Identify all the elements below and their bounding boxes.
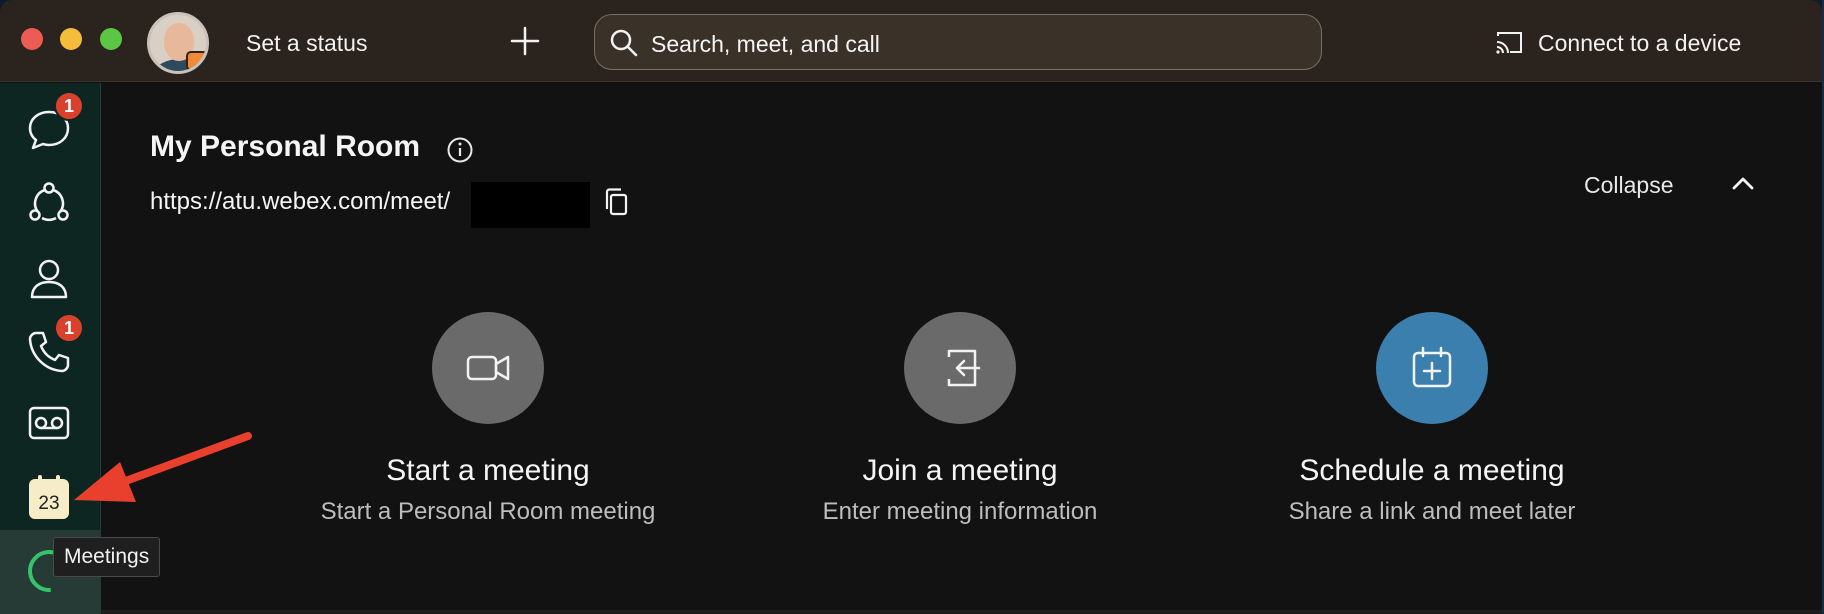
webex-window: Set a status Search, meet, and call Conn…: [0, 0, 1822, 614]
voicemail-icon: [28, 406, 70, 440]
search-icon: [610, 29, 638, 57]
plus-icon[interactable]: [510, 26, 540, 56]
sidebar-item-messaging[interactable]: 1: [18, 91, 84, 159]
sidebar-item-contacts[interactable]: [18, 249, 80, 307]
join-door-icon: [947, 349, 981, 387]
start-meeting-subtitle: Start a Personal Room meeting: [320, 498, 656, 525]
sidebar-item-calling[interactable]: 1: [18, 313, 84, 381]
connect-device-button[interactable]: Connect to a device: [1494, 28, 1741, 58]
sidebar: 1 1 23: [0, 83, 101, 614]
missed-call-badge: 1: [54, 313, 84, 343]
schedule-meeting-label: Schedule a meeting: [1299, 454, 1565, 487]
unread-badge: 1: [54, 91, 84, 121]
tooltip-meetings: Meetings: [53, 537, 161, 577]
collapse-button[interactable]: Collapse: [1584, 172, 1674, 199]
minimize-window-button[interactable]: [60, 28, 82, 50]
search-bar[interactable]: Search, meet, and call: [594, 14, 1322, 70]
chevron-up-icon[interactable]: [1728, 168, 1758, 198]
schedule-meeting-action[interactable]: Schedule a meeting Share a link and meet…: [1232, 312, 1632, 526]
sidebar-item-teams[interactable]: [18, 174, 80, 232]
calendar-add-icon: [1412, 346, 1452, 388]
schedule-meeting-button[interactable]: [1376, 312, 1488, 424]
avatar[interactable]: [147, 12, 209, 74]
page-title: My Personal Room: [150, 130, 421, 163]
personal-room-url: https://atu.webex.com/meet/: [150, 188, 451, 215]
title-bar: Set a status Search, meet, and call Conn…: [0, 0, 1822, 82]
start-meeting-action[interactable]: Start a meeting Start a Personal Room me…: [288, 312, 688, 526]
camera-status-icon: [186, 51, 206, 71]
join-meeting-button[interactable]: [904, 312, 1016, 424]
cast-icon: [1496, 32, 1522, 54]
copy-icon[interactable]: [602, 187, 630, 217]
maximize-window-button[interactable]: [100, 28, 122, 50]
annotation-arrow-icon: [74, 432, 252, 502]
start-meeting-button[interactable]: [432, 312, 544, 424]
video-camera-icon: [466, 355, 510, 381]
schedule-meeting-subtitle: Share a link and meet later: [1288, 498, 1576, 525]
person-icon: [30, 259, 68, 299]
join-meeting-label: Join a meeting: [862, 454, 1058, 487]
connect-device-label: Connect to a device: [1538, 29, 1742, 56]
info-icon[interactable]: [446, 136, 474, 164]
divider: [101, 610, 1822, 614]
start-meeting-label: Start a meeting: [386, 454, 590, 487]
join-meeting-subtitle: Enter meeting information: [822, 498, 1098, 525]
redacted-room-id: [471, 182, 590, 228]
sidebar-item-voicemail[interactable]: [18, 394, 80, 452]
join-meeting-action[interactable]: Join a meeting Enter meeting information: [760, 312, 1160, 526]
teams-icon: [29, 182, 69, 222]
set-status-button[interactable]: Set a status: [246, 30, 367, 57]
close-window-button[interactable]: [21, 28, 43, 50]
search-input[interactable]: Search, meet, and call: [651, 31, 880, 58]
sidebar-item-meetings[interactable]: 23: [29, 475, 69, 519]
